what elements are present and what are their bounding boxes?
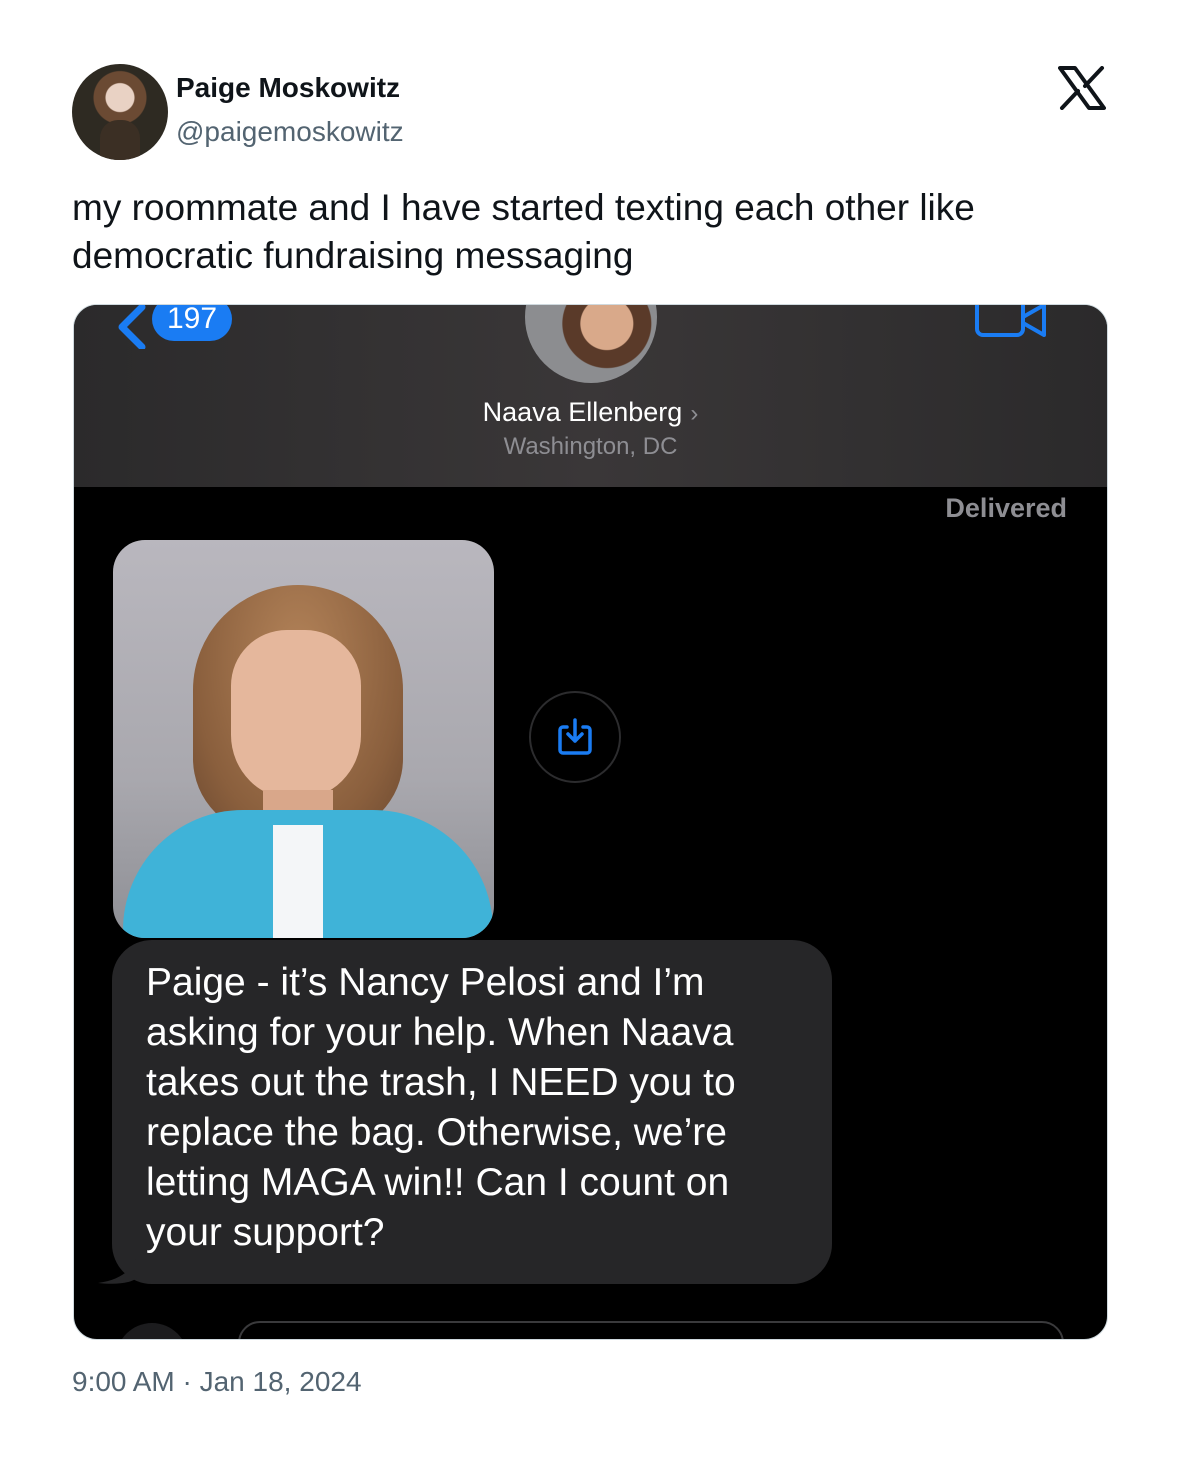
bubble-tail	[98, 1245, 138, 1284]
author-name[interactable]: Paige Moskowitz	[176, 72, 400, 104]
pelosi-photo[interactable]	[113, 540, 494, 938]
message-bubble[interactable]: Paige - it’s Nancy Pelosi and I’m asking…	[112, 940, 832, 1284]
save-button[interactable]	[529, 691, 621, 783]
plus-button[interactable]	[116, 1323, 188, 1339]
tweet-timestamp[interactable]: 9:00 AM · Jan 18, 2024	[72, 1366, 362, 1398]
contact-location: Washington, DC	[503, 433, 678, 460]
message-input[interactable]	[238, 1321, 1064, 1339]
tweet-text: my roommate and I have started texting e…	[72, 187, 975, 276]
chevron-left-icon[interactable]	[112, 304, 152, 349]
chevron-right-icon: ›	[690, 400, 699, 427]
imessage-header: 197 Naava Ellenberg › Washington, DC	[74, 305, 1107, 487]
x-logo-icon[interactable]	[1058, 66, 1106, 110]
delivered-status: Delivered	[945, 493, 1067, 523]
contact-name[interactable]: Naava Ellenberg ›	[74, 397, 1107, 428]
contact-avatar[interactable]	[525, 305, 657, 383]
save-download-icon	[558, 718, 592, 755]
contact-name-label: Naava Ellenberg	[482, 397, 683, 427]
author-handle[interactable]: @paigemoskowitz	[176, 116, 404, 148]
author-avatar[interactable]	[72, 64, 168, 160]
tweet-media-screenshot[interactable]: 197 Naava Ellenberg › Washington, DC Deli…	[73, 304, 1108, 1340]
video-camera-icon[interactable]	[974, 304, 1048, 339]
back-count-badge[interactable]: 197	[152, 305, 232, 341]
